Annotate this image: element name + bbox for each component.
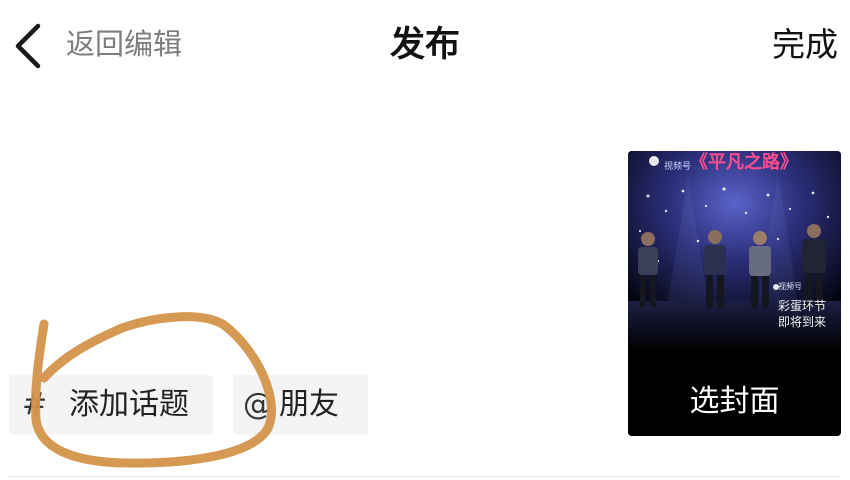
cover-logo-text-small: 视频号: [778, 282, 802, 291]
mention-friend-label: 朋友: [279, 387, 339, 422]
mention-friend-button[interactable]: @ 朋友: [233, 375, 368, 435]
add-topic-button[interactable]: # 添加话题: [9, 375, 213, 435]
divider: [9, 476, 841, 477]
at-icon: @: [243, 387, 273, 422]
cover-caption-line2: 即将到来: [778, 315, 827, 329]
hashtag-icon: #: [22, 387, 48, 422]
done-button[interactable]: 完成: [772, 22, 838, 68]
cover-video-title: 《平凡之路》: [690, 152, 798, 173]
cover-thumbnail[interactable]: 视频号 《平凡之路》 视频号 彩蛋环节 即将到来 选封面: [628, 151, 841, 436]
cover-caption-line1: 彩蛋环节: [778, 299, 827, 313]
select-cover-label: 选封面: [689, 384, 780, 419]
cover-logo-text: 视频号: [664, 162, 692, 172]
page-title: 发布: [389, 25, 460, 65]
add-topic-label: 添加话题: [69, 387, 189, 422]
